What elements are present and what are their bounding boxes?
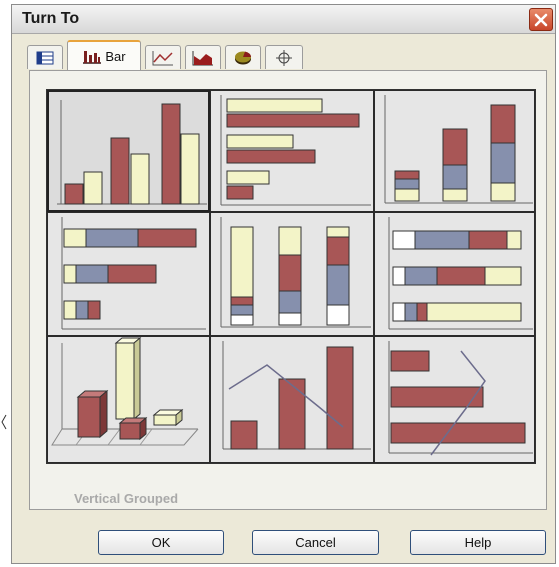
- thumb-vertical-grouped[interactable]: [47, 90, 210, 212]
- thumb-vertical-stacked[interactable]: [374, 90, 535, 212]
- help-button[interactable]: Help: [410, 530, 546, 555]
- chart-gallery-panel: Vertical Grouped: [29, 70, 547, 510]
- tab-bar[interactable]: Bar: [67, 40, 141, 70]
- thumb-vertical-percent-stacked[interactable]: [210, 212, 374, 336]
- tab-line[interactable]: [145, 45, 181, 69]
- area-chart-icon: [192, 50, 213, 65]
- pie-chart-icon: [235, 51, 252, 64]
- table-icon: [36, 51, 54, 64]
- mouse-cursor-icon: [0, 414, 8, 433]
- tab-pie[interactable]: [225, 45, 261, 69]
- thumb-3d-bar[interactable]: [47, 336, 210, 463]
- chart-thumbnail-grid: [46, 89, 536, 464]
- tab-scatter[interactable]: [265, 45, 303, 69]
- turn-to-dialog: Turn To Bar Vertical Grouped OK Cancel H…: [11, 4, 556, 564]
- tab-area[interactable]: [185, 45, 221, 69]
- dialog-title: Turn To: [22, 10, 80, 27]
- selected-chart-type-label: Vertical Grouped: [74, 491, 179, 506]
- tab-table[interactable]: [27, 45, 63, 69]
- chart-type-tabs: Bar: [27, 39, 547, 71]
- thumb-bar-line-combo[interactable]: [210, 336, 374, 463]
- thumb-horizontal-grouped[interactable]: [210, 90, 374, 212]
- thumb-horizontal-percent-stacked[interactable]: [374, 212, 535, 336]
- tab-bar-label: Bar: [105, 48, 126, 64]
- close-icon: [534, 13, 548, 26]
- bar-chart-icon: [83, 51, 102, 64]
- ok-button[interactable]: OK: [98, 530, 224, 555]
- crosshair-icon: [276, 49, 292, 66]
- title-bar: Turn To: [12, 5, 555, 34]
- thumb-horizontal-bar-line-combo[interactable]: [374, 336, 535, 463]
- close-button[interactable]: [529, 8, 553, 31]
- cancel-button[interactable]: Cancel: [252, 530, 379, 555]
- thumb-horizontal-stacked[interactable]: [47, 212, 210, 336]
- line-chart-icon: [152, 50, 173, 65]
